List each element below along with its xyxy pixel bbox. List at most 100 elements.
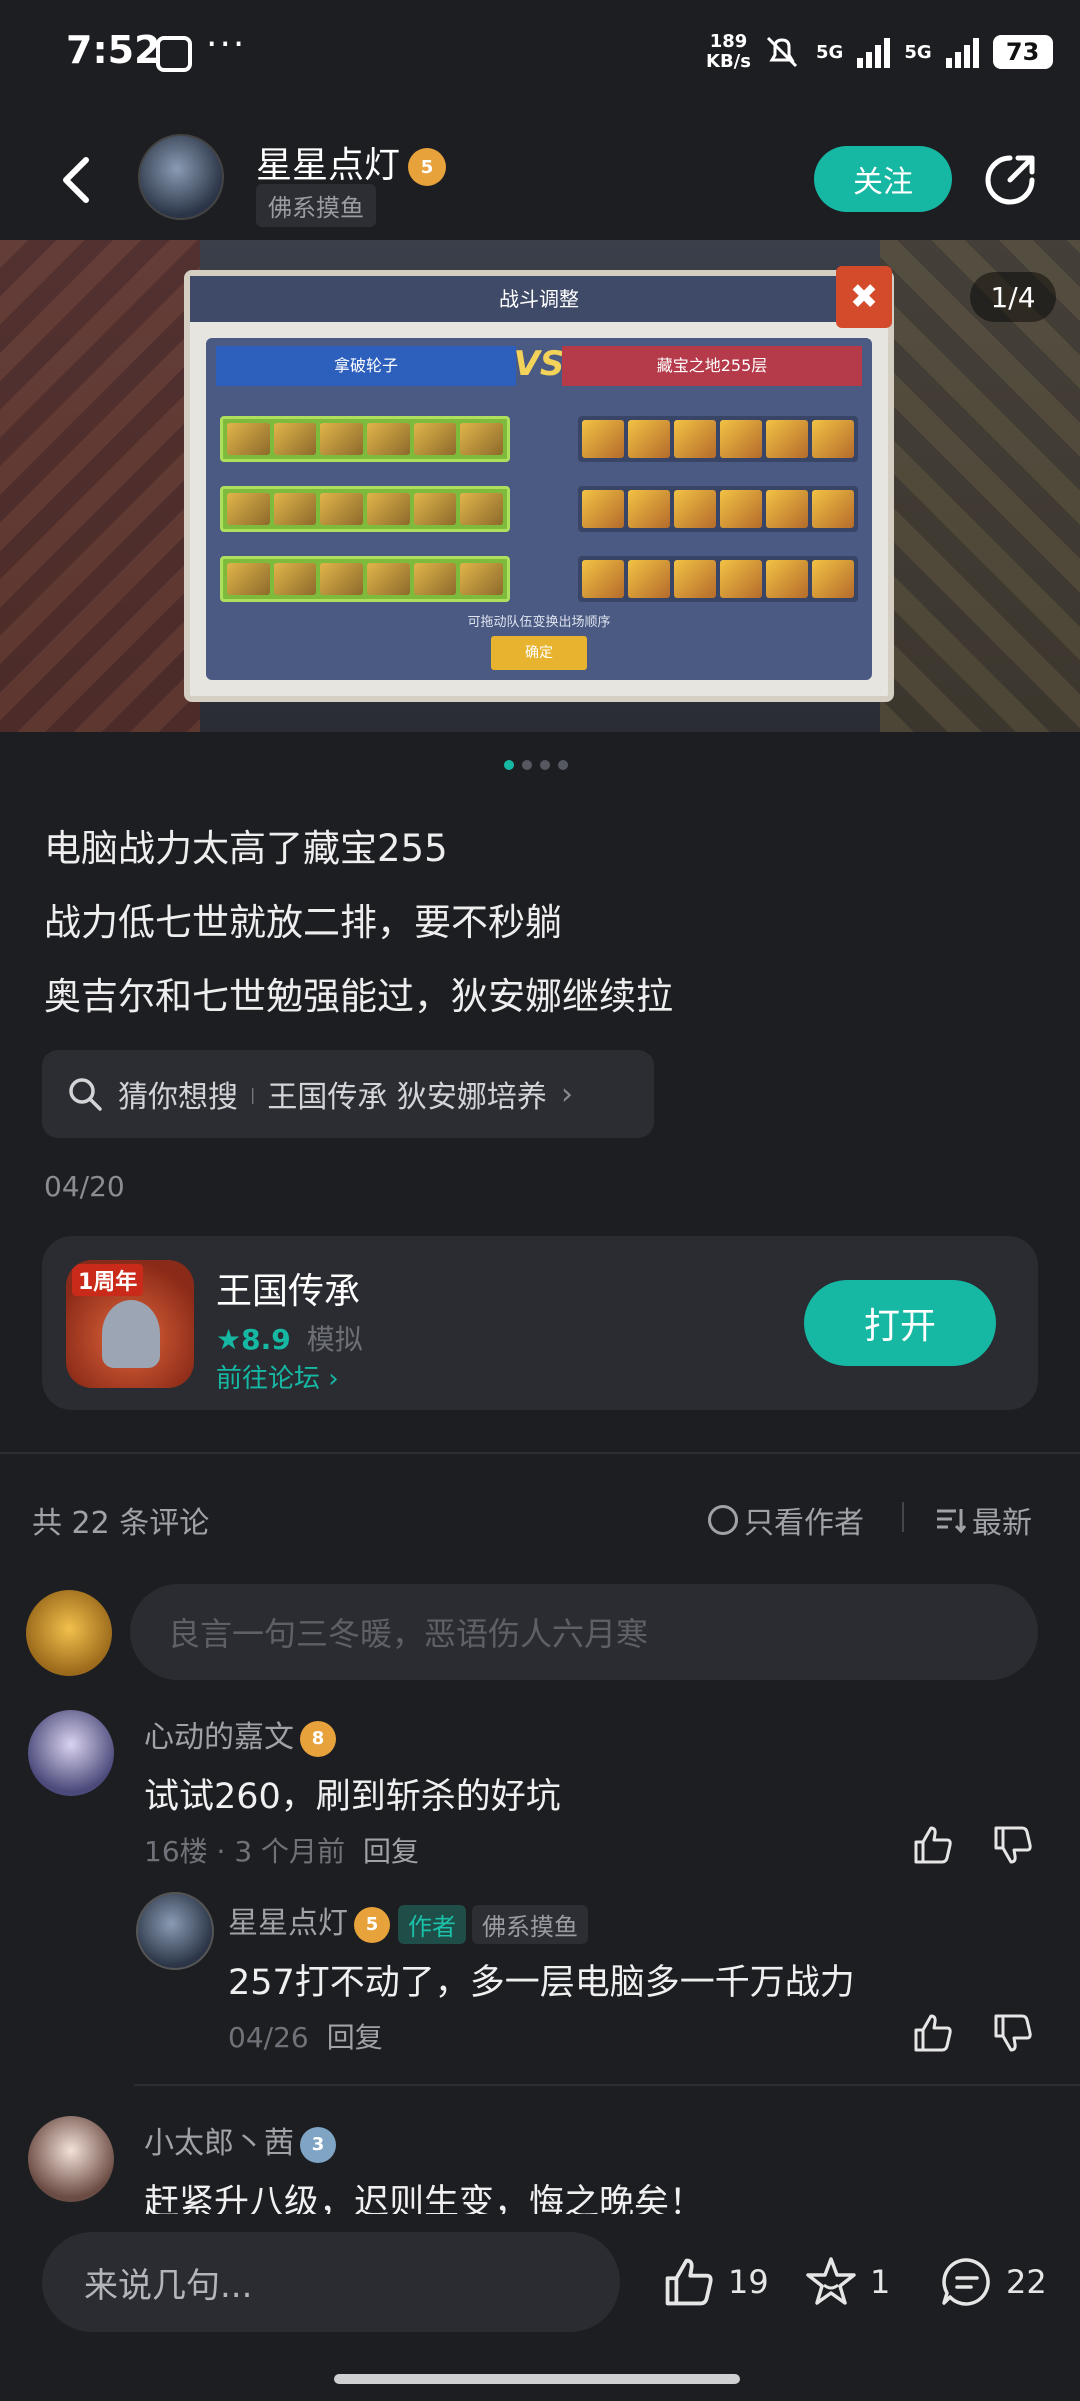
comment-body: 试试260，刷到斩杀的好坑 (144, 1777, 561, 1817)
game-app-icon: 1周年 (66, 1260, 194, 1388)
home-indicator[interactable] (334, 2374, 740, 2384)
level-badge-icon: 8 (300, 1720, 336, 1757)
left-team-bar: 拿破轮子 (216, 346, 516, 386)
status-icons: 5G 5G 73 (762, 30, 1053, 74)
dialog-inner: 拿破轮子 VS 藏宝之地255层 可拖动队伍变换出场顺序 确定 (206, 338, 872, 680)
thumbs-up-icon[interactable] (910, 1822, 956, 1868)
game-app-card[interactable]: 1周年 王国传承 ★8.9 模拟 前往论坛 › 打开 (42, 1236, 1038, 1410)
sort-latest-toggle[interactable]: 最新 (934, 1498, 1032, 1542)
right-team-row (578, 486, 858, 532)
search-suggestion-chip[interactable]: 猜你想搜 | 王国传承 狄安娜培养 › (42, 1050, 654, 1138)
network-speed-value: 189 (709, 31, 748, 52)
reply-avatar[interactable] (136, 1892, 214, 1970)
author-tag: 佛系摸鱼 (256, 184, 376, 227)
signal-bars-icon-1 (857, 36, 891, 68)
reply-name-row[interactable]: 星星点灯 5 作者 佛系摸鱼 (228, 1898, 588, 1944)
anniversary-label: 1周年 (72, 1264, 144, 1296)
share-icon[interactable] (980, 150, 1040, 210)
carousel-dot-active (504, 760, 514, 770)
favorite-count: 1 (870, 2263, 891, 2301)
post-line: 电脑战力太高了藏宝255 (44, 827, 448, 870)
dialog-ok-button: 确定 (491, 636, 587, 670)
image-page-counter: 1/4 (970, 272, 1056, 322)
search-icon (69, 1078, 102, 1111)
battery-icon: 73 (992, 35, 1053, 69)
left-team-row (220, 416, 510, 462)
say-something-input[interactable]: 来说几句... (42, 2232, 620, 2332)
my-avatar (26, 1590, 112, 1676)
dialog-close-icon: ✖ (836, 266, 892, 328)
comment-bubble-icon (942, 2258, 990, 2306)
game-screenshot-dialog: 战斗调整 ✖ 拿破轮子 VS 藏宝之地255层 可拖动队伍变换出场顺序 确定 (184, 266, 894, 702)
forum-link-label: 前往论坛 (216, 1364, 321, 1394)
level-badge-icon: 5 (408, 148, 447, 186)
star-icon: ★ (216, 1323, 242, 1356)
carousel-dot (522, 760, 532, 770)
favorite-button[interactable]: 1 (802, 2250, 890, 2314)
post-line: 奥吉尔和七世勉强能过，狄安娜继续拉 (44, 975, 673, 1018)
post-date: 04/20 (44, 1170, 125, 1203)
commenter-avatar[interactable] (28, 1710, 114, 1796)
search-suggestion-query: 王国传承 狄安娜培养 (267, 1080, 547, 1115)
radio-circle-icon (708, 1505, 738, 1535)
commenter-name-row[interactable]: 心动的嘉文 8 (144, 1712, 336, 1757)
level-badge-icon: 5 (354, 1906, 390, 1943)
signal-5g-label-1: 5G (816, 41, 844, 63)
comment-floor-time: 16楼 · 3 个月前 (144, 1835, 346, 1868)
signal-5g-label-2: 5G (904, 41, 932, 63)
thumbs-up-icon (665, 2258, 713, 2306)
follow-button[interactable]: 关注 (814, 146, 952, 212)
go-to-forum-link[interactable]: 前往论坛 › (216, 1358, 339, 1395)
game-app-name: 王国传承 (216, 1271, 361, 1312)
thumbs-up-icon[interactable] (910, 2010, 956, 2056)
like-count: 19 (728, 2263, 769, 2301)
status-time: 7:52 (66, 28, 161, 72)
game-background-army (0, 240, 200, 732)
network-speed-unit: KB/s (706, 51, 751, 72)
sort-icon (937, 1509, 966, 1534)
left-team-row (220, 556, 510, 602)
reply-meta: 04/26 回复 (228, 2016, 383, 2056)
thumbs-down-icon[interactable] (990, 1822, 1036, 1868)
reply-button[interactable]: 回复 (327, 2021, 383, 2054)
commenter-name-row[interactable]: 小太郎丶茜 3 (144, 2118, 336, 2163)
game-app-rating: ★8.9 模拟 (216, 1318, 363, 1358)
comment-divider (134, 2084, 1080, 2086)
comment-count: 22 (1006, 2263, 1047, 2301)
right-team-row (578, 556, 858, 602)
reply-body: 257打不动了，多一层电脑多一千万战力 (228, 1963, 855, 2003)
knight-icon (102, 1300, 160, 1368)
thumbs-down-icon[interactable] (990, 2010, 1036, 2056)
chevron-right-icon: › (560, 1076, 573, 1112)
open-app-button[interactable]: 打开 (804, 1280, 996, 1366)
like-button[interactable]: 19 (660, 2250, 769, 2314)
left-team-row (220, 486, 510, 532)
back-arrow-icon[interactable] (52, 150, 102, 210)
separator: | (250, 1084, 256, 1104)
right-team-row (578, 416, 858, 462)
reply-author-name: 星星点灯 (228, 1906, 348, 1941)
post-content: 电脑战力太高了藏宝255 战力低七世就放二排，要不秒躺 奥吉尔和七世勉强能过，狄… (44, 812, 673, 1034)
author-name-row[interactable]: 星星点灯 5 (256, 136, 447, 188)
comments-button[interactable]: 22 (938, 2250, 1047, 2314)
network-speed: 189 KB/s (706, 32, 751, 72)
signal-bars-icon-2 (945, 36, 979, 68)
post-image-carousel[interactable]: 战斗调整 ✖ 拿破轮子 VS 藏宝之地255层 可拖动队伍变换出场顺序 确定 (0, 240, 1080, 732)
only-author-label: 只看作者 (744, 1506, 864, 1541)
divider (902, 1502, 904, 1532)
user-tag-badge: 佛系摸鱼 (472, 1905, 588, 1944)
only-author-toggle[interactable]: 只看作者 (708, 1498, 864, 1542)
right-team-bar: 藏宝之地255层 (562, 346, 862, 386)
reply-date: 04/26 (228, 2021, 309, 2054)
comment-meta: 16楼 · 3 个月前 回复 (144, 1830, 419, 1870)
bottom-action-bar: 来说几句... 19 1 22 (0, 2214, 1080, 2401)
carousel-dot (558, 760, 568, 770)
comment-input[interactable]: 良言一句三冬暖，恶语伤人六月寒 (130, 1584, 1038, 1680)
reply-button[interactable]: 回复 (363, 1835, 419, 1868)
level-badge-icon: 3 (300, 2126, 336, 2163)
author-avatar[interactable] (138, 134, 224, 220)
sort-latest-label: 最新 (972, 1506, 1032, 1541)
more-notifications-icon: ··· (206, 24, 247, 65)
comment-body: 赶紧升八级，迟则生变，悔之晚矣！ (144, 2183, 705, 2214)
comments-count: 共 22 条评论 (32, 1506, 210, 1541)
